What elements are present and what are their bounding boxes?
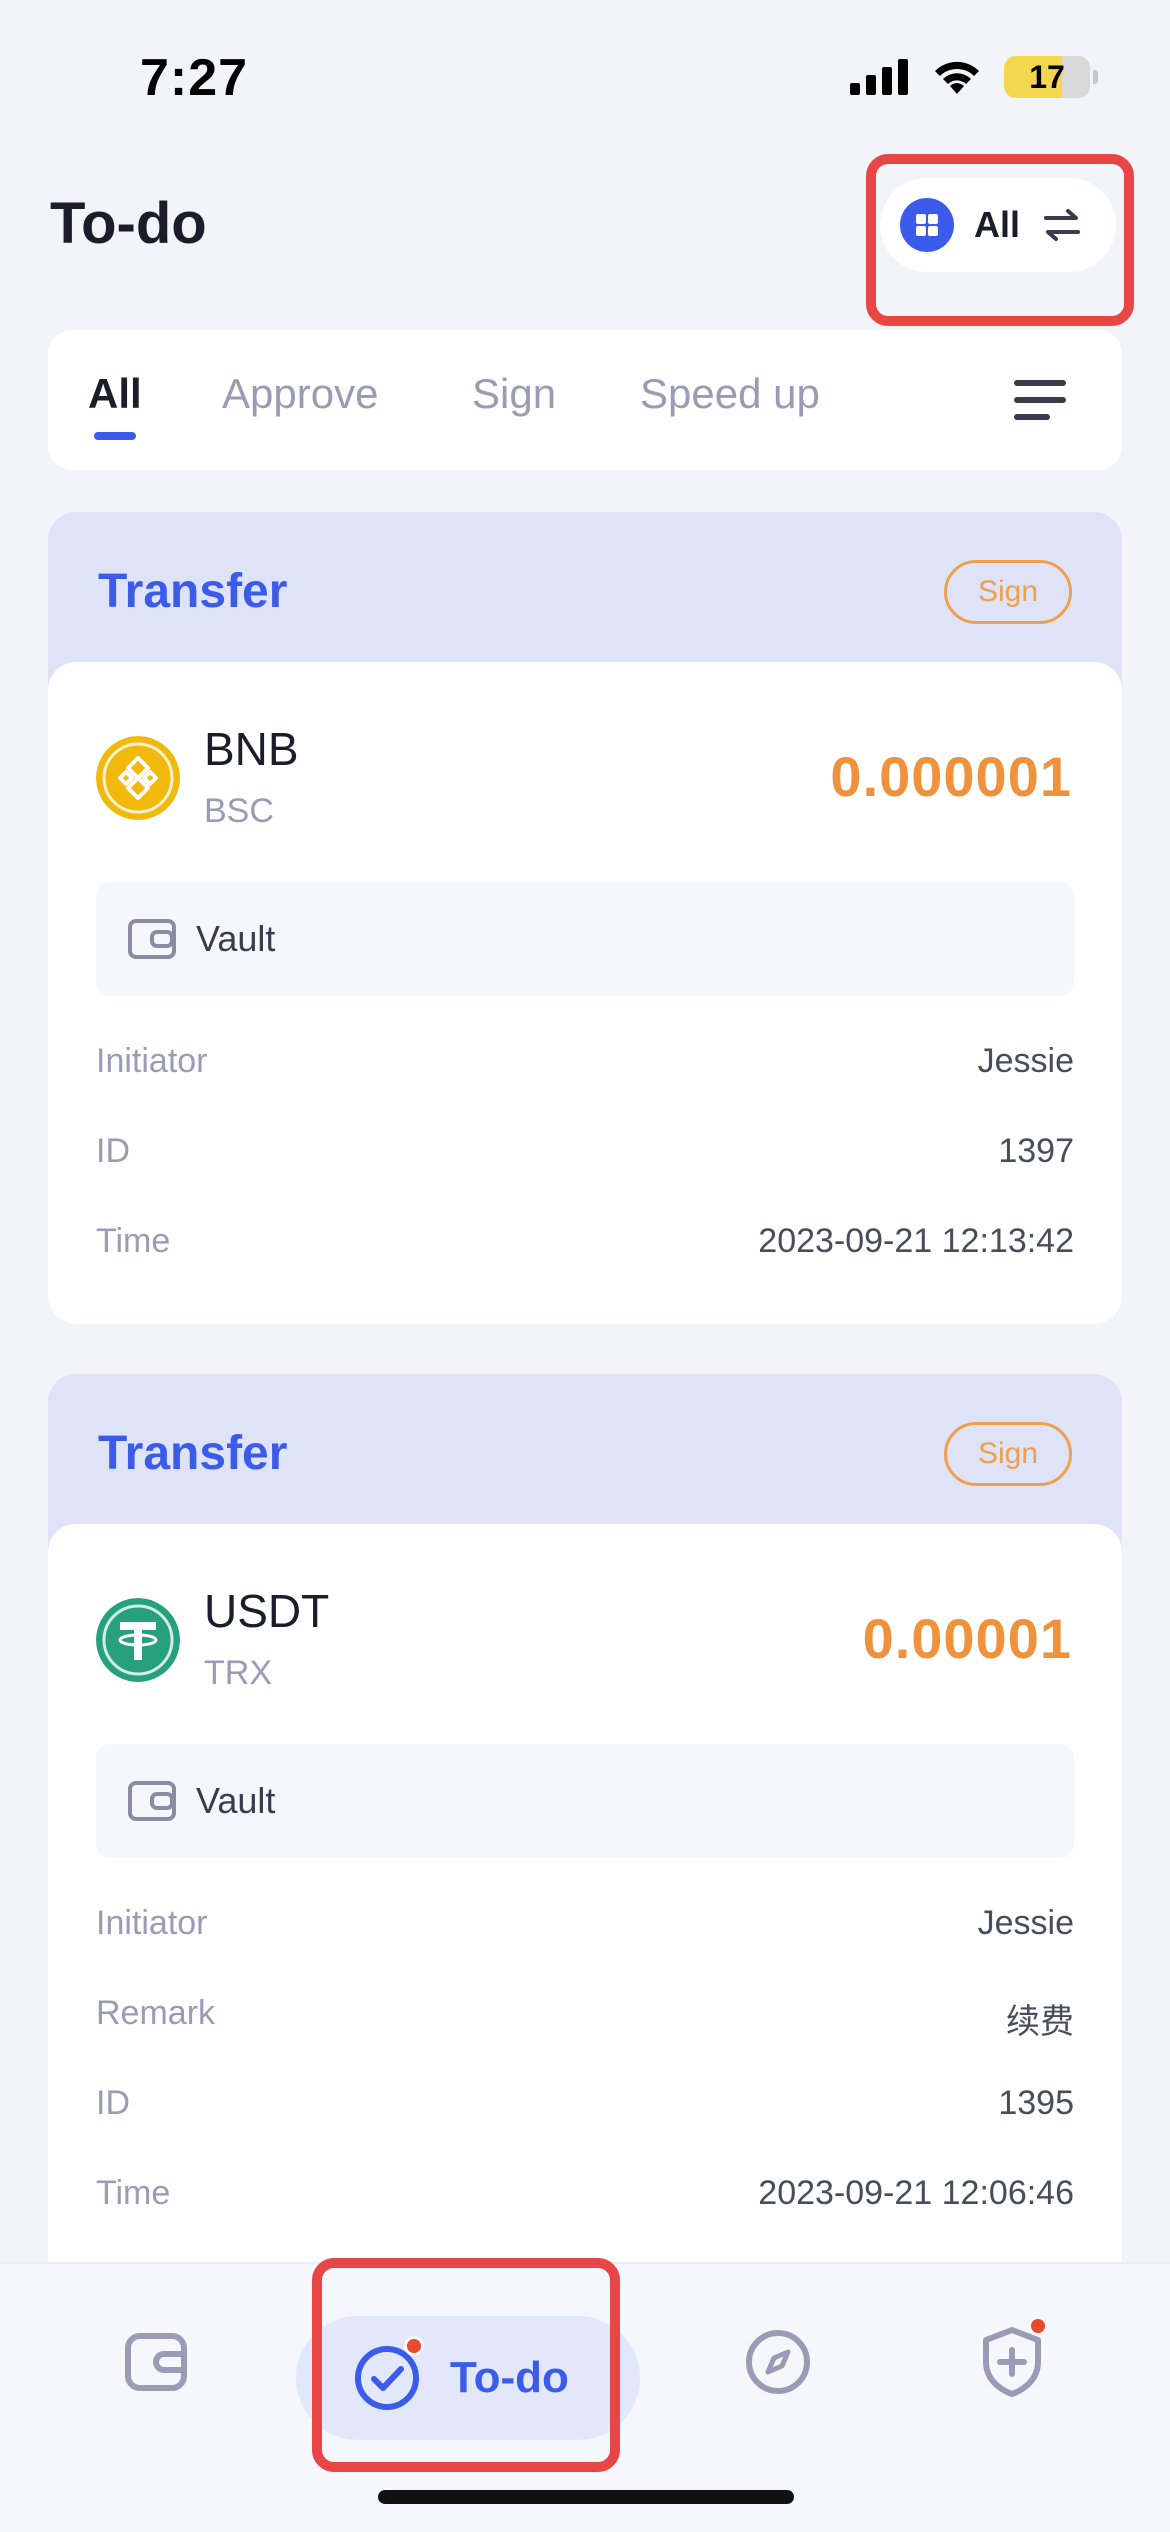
wifi-icon — [935, 61, 979, 94]
detail-label: Initiator — [96, 1042, 208, 1080]
scope-label: All — [974, 204, 1021, 245]
detail-label: Initiator — [96, 1904, 208, 1942]
transaction-type: Transfer — [98, 565, 288, 618]
home-indicator — [378, 2490, 794, 2504]
vault-label: Vault — [196, 1780, 276, 1821]
status-icons: 17 — [850, 56, 1098, 98]
grid-icon — [900, 198, 954, 252]
coin-chain: TRX — [204, 1654, 272, 1692]
nav-wallet[interactable] — [116, 2322, 196, 2402]
detail-value: 续费 — [1006, 2003, 1074, 2041]
wallet-icon — [128, 919, 176, 959]
detail-row-time: Time 2023-09-21 12:13:42 — [96, 1222, 1074, 1261]
usdt-coin-icon — [96, 1598, 180, 1682]
detail-row-remark: Remark 续费 — [96, 1994, 1074, 2043]
vault-label: Vault — [196, 918, 276, 959]
detail-row-time: Time 2023-09-21 12:06:46 — [96, 2174, 1074, 2213]
coin-name: USDT — [204, 1585, 330, 1637]
status-time: 7:27 — [140, 49, 249, 107]
filter-menu-icon[interactable] — [1014, 380, 1066, 420]
sign-badge: Sign — [944, 1422, 1072, 1486]
coin-name: BNB — [204, 723, 299, 775]
detail-value: Jessie — [977, 1904, 1074, 1942]
wallet-icon — [128, 1781, 176, 1821]
vault-info: Vault — [96, 882, 1074, 996]
nav-todo-label: To-do — [450, 2353, 569, 2402]
detail-label: ID — [96, 1132, 130, 1170]
detail-row-initiator: Initiator Jessie — [96, 1904, 1074, 1943]
detail-label: Time — [96, 2174, 171, 2212]
battery-level: 17 — [1029, 58, 1065, 95]
tab-approve[interactable]: Approve — [222, 370, 378, 418]
transaction-body: BNB BSC 0.000001 Vault Initiator Jessie … — [48, 662, 1122, 1324]
scope-switch-button[interactable]: All — [880, 178, 1116, 272]
coin-chain: BSC — [204, 792, 274, 830]
compass-icon — [746, 2330, 810, 2394]
tab-all[interactable]: All — [88, 370, 142, 418]
wallet-nav-icon — [125, 2333, 187, 2391]
signal-icon — [850, 59, 908, 95]
transaction-card[interactable]: Transfer Sign USDT TRX 0.00001 Vault Ini… — [48, 1374, 1122, 2314]
detail-label: Remark — [96, 1994, 216, 2032]
detail-row-initiator: Initiator Jessie — [96, 1042, 1074, 1081]
transfer-amount: 0.000001 — [830, 745, 1072, 808]
notification-dot — [1028, 2316, 1048, 2336]
swap-icon — [1044, 209, 1081, 241]
detail-value: 2023-09-21 12:06:46 — [758, 2174, 1074, 2212]
active-tab-indicator — [94, 432, 136, 440]
battery-indicator: 17 — [1004, 56, 1098, 98]
detail-value: Jessie — [977, 1042, 1074, 1080]
page-title: To-do — [50, 191, 207, 256]
detail-value: 1397 — [998, 1132, 1074, 1170]
detail-row-id: ID 1397 — [96, 1132, 1074, 1171]
tab-sign[interactable]: Sign — [472, 370, 556, 418]
bnb-coin-icon — [96, 736, 180, 820]
notification-dot — [404, 2336, 424, 2356]
filter-tabs: All Approve Sign Speed up — [48, 330, 1122, 470]
transaction-type: Transfer — [98, 1427, 288, 1480]
transaction-card[interactable]: Transfer Sign BNB BSC 0.000001 Vault Ini… — [48, 512, 1122, 1324]
transaction-body: USDT TRX 0.00001 Vault Initiator Jessie … — [48, 1524, 1122, 2314]
nav-security[interactable] — [972, 2316, 1052, 2402]
transfer-amount: 0.00001 — [862, 1607, 1072, 1670]
sign-badge: Sign — [944, 560, 1072, 624]
detail-label: Time — [96, 1222, 171, 1260]
tab-speed-up[interactable]: Speed up — [640, 370, 820, 418]
detail-value: 2023-09-21 12:13:42 — [758, 1222, 1074, 1260]
nav-discover[interactable] — [738, 2322, 818, 2402]
detail-value: 1395 — [998, 2084, 1074, 2122]
status-bar: 7:27 17 — [0, 0, 1170, 150]
shield-plus-icon — [983, 2327, 1041, 2397]
detail-label: ID — [96, 2084, 130, 2122]
detail-row-id: ID 1395 — [96, 2084, 1074, 2123]
vault-info: Vault — [96, 1744, 1074, 1858]
nav-todo[interactable]: To-do — [296, 2316, 640, 2440]
